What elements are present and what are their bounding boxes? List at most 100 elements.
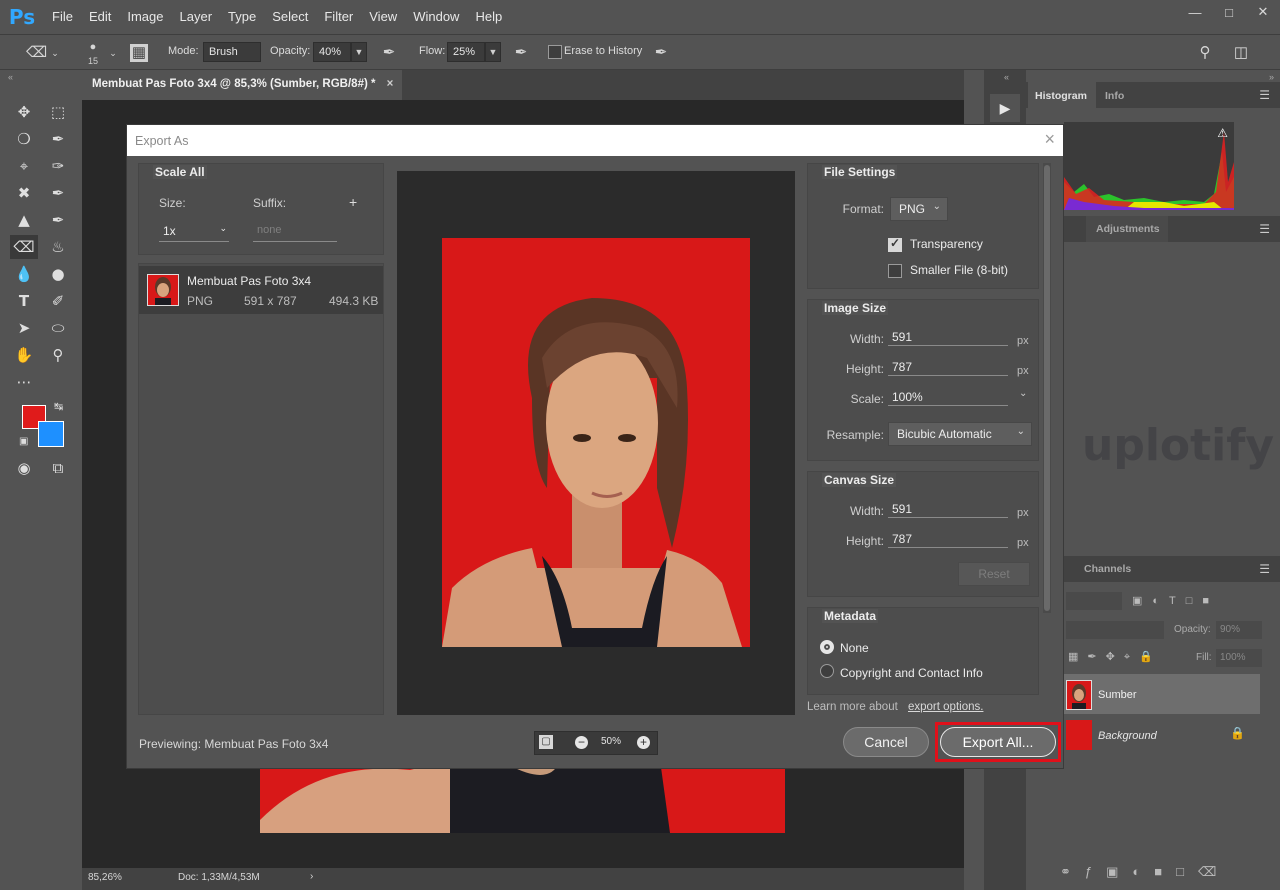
image-width-input[interactable]: 591 [888, 330, 1008, 346]
zoom-in-icon[interactable]: + [637, 736, 650, 749]
path-select-tool-icon[interactable]: ➤ [10, 316, 38, 340]
scale-input[interactable]: 100% [888, 390, 1008, 406]
blend-mode-select[interactable] [1066, 621, 1164, 639]
blur-tool-icon[interactable]: 💧 [10, 262, 38, 286]
swap-colors-icon[interactable]: ↹ [54, 400, 63, 413]
tab-channels[interactable]: Channels [1084, 563, 1131, 575]
tab-info[interactable]: Info [1105, 90, 1124, 102]
format-select[interactable]: PNG ⌄ [890, 197, 948, 221]
layer-name[interactable]: Background [1098, 730, 1157, 742]
layer-actions-bar[interactable]: ⚭ƒ▣◐■□⌫ [1060, 864, 1230, 880]
quick-mask-icon[interactable]: ◉ [10, 456, 38, 480]
pen-tool-icon[interactable]: ✐ [44, 289, 72, 313]
type-tool-icon[interactable]: T [10, 289, 38, 313]
image-height-input[interactable]: 787 [888, 360, 1008, 376]
close-tab-icon[interactable]: × [387, 78, 394, 90]
panel-menu-icon[interactable]: ☰ [1259, 222, 1270, 236]
chevron-down-icon[interactable]: ▼ [351, 42, 367, 62]
menu-layer[interactable]: Layer [172, 0, 221, 34]
suffix-input[interactable]: none [253, 224, 337, 242]
asset-row[interactable]: Membuat Pas Foto 3x4 PNG 591 x 787 494.3… [139, 266, 383, 314]
menu-file[interactable]: File [44, 0, 81, 34]
canvas-height-input[interactable]: 787 [888, 532, 1008, 548]
maximize-icon[interactable]: □ [1212, 0, 1246, 24]
menu-window[interactable]: Window [405, 0, 467, 34]
tab-adjustments[interactable]: Adjustments [1096, 223, 1160, 235]
chevron-down-icon[interactable]: ⌄ [46, 44, 64, 62]
zoom-level[interactable]: 85,26% [88, 872, 122, 883]
healing-tool-icon[interactable]: ✖ [10, 181, 38, 205]
zoom-tool-icon[interactable]: ⚲ [44, 343, 72, 367]
minimize-icon[interactable]: — [1178, 0, 1212, 24]
tab-histogram[interactable]: Histogram [1035, 90, 1087, 102]
collapse-icon[interactable]: « [8, 72, 13, 82]
collapse-icon[interactable]: « [1004, 72, 1009, 82]
menu-select[interactable]: Select [264, 0, 316, 34]
preview-area[interactable] [397, 171, 795, 715]
layer-name[interactable]: Sumber [1098, 689, 1137, 701]
eyedropper-tool-icon[interactable]: ✑ [44, 154, 72, 178]
chevron-right-icon[interactable]: › [310, 871, 313, 882]
chevron-down-icon[interactable]: ▼ [485, 42, 501, 62]
search-icon[interactable]: ⚲ [1196, 44, 1214, 62]
canvas-width-input[interactable]: 591 [888, 502, 1008, 518]
metadata-copyright-radio[interactable] [820, 664, 834, 678]
eraser-tool-icon[interactable]: ⌫ [26, 44, 47, 62]
reset-button[interactable]: Reset [958, 562, 1030, 586]
panel-menu-icon[interactable]: ☰ [1259, 88, 1270, 102]
workspace-icon[interactable]: ◫ [1232, 44, 1250, 62]
lock-icons[interactable]: ▦✒✥⌖🔒 [1068, 650, 1162, 664]
brush-preset-icon[interactable]: ● [84, 38, 102, 56]
cancel-button[interactable]: Cancel [843, 727, 929, 757]
opacity-input[interactable]: 40% [313, 42, 351, 62]
document-tab[interactable]: Membuat Pas Foto 3x4 @ 85,3% (Sumber, RG… [82, 70, 402, 100]
play-action-icon[interactable]: ▶ [990, 94, 1020, 122]
history-brush-tool-icon[interactable]: ✒ [44, 208, 72, 232]
menu-help[interactable]: Help [467, 0, 510, 34]
smaller-file-checkbox[interactable] [888, 264, 902, 278]
layer-filter-select[interactable] [1066, 592, 1122, 610]
flow-input[interactable]: 25% [447, 42, 485, 62]
background-color-swatch[interactable] [38, 421, 64, 447]
resample-select[interactable]: Bicubic Automatic ⌄ [888, 422, 1032, 446]
dodge-tool-icon[interactable]: ● [44, 262, 72, 286]
hand-tool-icon[interactable]: ✋ [10, 343, 38, 367]
brush-tool-icon[interactable]: ✒ [44, 181, 72, 205]
layer-row-background[interactable]: Background 🔒 [1062, 716, 1260, 756]
size-select[interactable]: 1x ⌄ [159, 223, 229, 242]
menu-edit[interactable]: Edit [81, 0, 119, 34]
pressure-size-icon[interactable]: ✒ [652, 44, 670, 62]
add-scale-button[interactable]: + [349, 194, 357, 210]
quick-select-tool-icon[interactable]: ✒ [44, 127, 72, 151]
stamp-tool-icon[interactable]: ▲ [10, 208, 38, 232]
move-tool-icon[interactable]: ✥ [10, 100, 38, 124]
layer-row-sumber[interactable]: Sumber [1062, 674, 1260, 714]
lasso-tool-icon[interactable]: ❍ [10, 127, 38, 151]
export-all-button[interactable]: Export All... [940, 727, 1056, 757]
scrollbar-thumb[interactable] [1044, 165, 1050, 611]
metadata-none-radio[interactable] [820, 640, 834, 654]
close-icon[interactable]: ✕ [1246, 0, 1280, 24]
collapse-icon[interactable]: » [1269, 72, 1274, 82]
ellipse-tool-icon[interactable]: ⬭ [44, 316, 72, 340]
transparency-checkbox[interactable]: ✓ [888, 236, 902, 252]
fit-view-icon[interactable]: ▢ [539, 735, 553, 749]
layer-filter-icons[interactable]: ▣◐T□■ [1132, 594, 1219, 607]
eraser-tool-icon[interactable]: ⌫ [10, 235, 38, 259]
default-colors-icon[interactable]: ▣ [19, 436, 28, 447]
menu-type[interactable]: Type [220, 0, 264, 34]
export-options-link[interactable]: export options. [908, 701, 983, 713]
menu-image[interactable]: Image [119, 0, 171, 34]
menu-filter[interactable]: Filter [316, 0, 361, 34]
settings-scrollbar[interactable] [1043, 163, 1051, 613]
panel-menu-icon[interactable]: ☰ [1259, 562, 1270, 576]
chevron-down-icon[interactable]: ⌄ [104, 44, 122, 62]
more-tools-icon[interactable]: ⋯ [10, 370, 38, 394]
paint-bucket-tool-icon[interactable]: ♨ [44, 235, 72, 259]
erase-to-history-checkbox[interactable] [548, 45, 562, 59]
chevron-down-icon[interactable]: ⌄ [1019, 388, 1027, 399]
marquee-tool-icon[interactable]: ⬚ [44, 100, 72, 124]
layer-fill-input[interactable]: 100% [1216, 649, 1262, 667]
close-icon[interactable]: × [1044, 129, 1055, 150]
screen-mode-icon[interactable]: ⧉ [44, 456, 72, 480]
